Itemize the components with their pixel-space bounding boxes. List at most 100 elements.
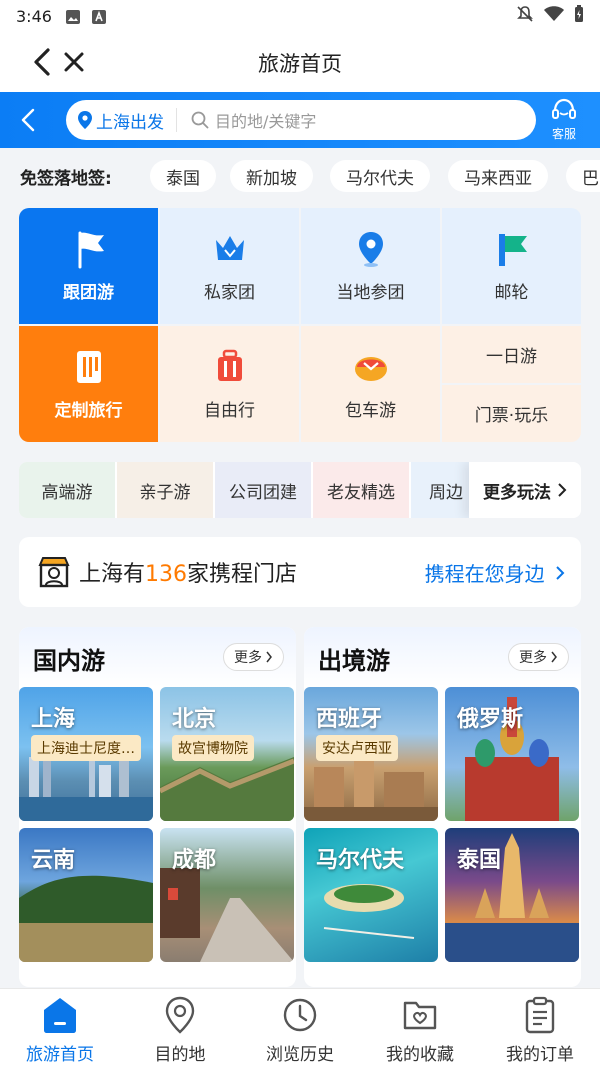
image-notification-icon	[65, 9, 80, 24]
home-icon	[40, 995, 80, 1034]
search-box: 上海出发 目的地/关键字	[66, 100, 536, 140]
visa-chip[interactable]: 巴	[566, 160, 600, 192]
chevron-left-icon	[21, 108, 35, 132]
nav-destination[interactable]: 目的地	[120, 995, 240, 1065]
departure-city-label: 上海出发	[96, 112, 164, 133]
category-day-tour[interactable]: 一日游	[442, 326, 581, 383]
store-icon	[37, 555, 71, 589]
nav-label: 我的收藏	[386, 1045, 454, 1065]
category-cruise[interactable]: 邮轮	[442, 208, 581, 324]
category-label: 邮轮	[494, 282, 529, 303]
category-label: 自由行	[204, 400, 255, 421]
destination-name: 北京	[172, 707, 217, 732]
nav-label: 旅游首页	[26, 1045, 94, 1065]
destination-name: 西班牙	[316, 707, 383, 732]
category-group-tour[interactable]: 跟团游	[19, 208, 158, 324]
destination-tile-russia[interactable]: 俄罗斯	[445, 687, 579, 821]
more-themes-button[interactable]: 更多玩法	[469, 462, 581, 518]
customer-service-button[interactable]: 客服	[542, 96, 586, 144]
nav-label: 浏览历史	[266, 1045, 334, 1065]
category-label: 门票·玩乐	[474, 406, 549, 426]
favorite-folder-icon	[400, 995, 440, 1034]
chevron-right-icon	[266, 651, 272, 663]
flag-icon	[70, 230, 108, 268]
visa-free-row: 免签落地签: 泰国 新加坡 马尔代夫 马来西亚 巴	[0, 148, 600, 204]
destination-name: 泰国	[457, 848, 502, 873]
visa-chip[interactable]: 马尔代夫	[330, 160, 430, 192]
nav-history[interactable]: 浏览历史	[240, 995, 360, 1065]
location-pin-icon	[160, 995, 200, 1034]
theme-tag[interactable]: 亲子游	[117, 462, 213, 518]
destination-tile-spain[interactable]: 西班牙 安达卢西亚	[304, 687, 438, 821]
category-tickets[interactable]: 门票·玩乐	[442, 385, 581, 442]
category-local-tour[interactable]: 当地参团	[301, 208, 440, 324]
destination-name: 上海	[31, 707, 76, 732]
destination-tile-chengdu[interactable]: 成都	[160, 828, 294, 962]
nav-orders[interactable]: 我的订单	[480, 995, 600, 1065]
car-icon	[352, 348, 390, 386]
search-placeholder: 目的地/关键字	[215, 112, 317, 131]
category-label: 私家团	[204, 282, 255, 303]
store-count: 136	[145, 562, 188, 587]
chevron-right-icon	[551, 651, 557, 663]
category-custom-trip[interactable]: 定制旅行	[19, 326, 158, 442]
crown-icon	[211, 230, 249, 268]
customer-service-label: 客服	[551, 127, 576, 141]
search-icon	[191, 111, 209, 129]
category-label: 定制旅行	[54, 400, 123, 421]
mute-icon	[516, 5, 534, 27]
theme-tags-row: 高端游 亲子游 公司团建 老友精选 周边 更多玩法	[19, 462, 581, 518]
destination-badge: 安达卢西亚	[316, 735, 398, 761]
store-link-label: 携程在您身边	[424, 561, 545, 586]
visa-chip[interactable]: 泰国	[150, 160, 216, 192]
store-card[interactable]: 上海有136家携程门店 携程在您身边	[19, 537, 581, 607]
suitcase-icon	[211, 348, 249, 386]
destination-tile-shanghai[interactable]: 上海 上海迪士尼度…	[19, 687, 153, 821]
departure-city-selector[interactable]: 上海出发	[66, 108, 177, 133]
chevron-right-icon	[556, 565, 565, 580]
category-grid: 跟团游 私家团 当地参团 邮轮 定制旅行 自由行 包车游 一日游 门票·玩乐	[19, 208, 581, 442]
location-pin-icon	[78, 111, 92, 129]
visa-chip[interactable]: 马来西亚	[448, 160, 548, 192]
headset-icon	[552, 98, 576, 119]
destination-tile-thailand[interactable]: 泰国	[445, 828, 579, 962]
app-notification-icon	[91, 9, 106, 24]
nav-home[interactable]: 旅游首页	[0, 995, 120, 1065]
cruise-flag-icon	[493, 230, 531, 268]
search-header: 上海出发 目的地/关键字 客服	[0, 92, 600, 148]
destination-name: 云南	[31, 848, 76, 873]
passport-icon	[70, 348, 108, 386]
nav-favorites[interactable]: 我的收藏	[360, 995, 480, 1065]
destination-tile-yunnan[interactable]: 云南	[19, 828, 153, 962]
outbound-travel-card: 出境游 更多 西班牙 安达卢西亚 俄罗斯 马尔代夫 泰国	[304, 627, 581, 987]
destination-tile-maldives[interactable]: 马尔代夫	[304, 828, 438, 962]
outbound-more-button[interactable]: 更多	[508, 643, 569, 671]
destination-name: 俄罗斯	[457, 707, 524, 732]
nav-label: 目的地	[154, 1045, 206, 1065]
category-private-tour[interactable]: 私家团	[160, 208, 299, 324]
category-label: 一日游	[486, 347, 537, 367]
category-label: 当地参团	[336, 282, 405, 303]
domestic-title: 国内游	[33, 647, 105, 675]
category-independent[interactable]: 自由行	[160, 326, 299, 442]
destination-badge: 上海迪士尼度…	[31, 735, 141, 761]
category-label: 包车游	[345, 400, 396, 421]
clipboard-icon	[520, 995, 560, 1034]
search-input[interactable]: 目的地/关键字	[177, 108, 316, 132]
category-charter-car[interactable]: 包车游	[301, 326, 440, 442]
destination-tile-beijing[interactable]: 北京 故宫博物院	[160, 687, 294, 821]
theme-tag[interactable]: 高端游	[19, 462, 115, 518]
chevron-right-icon	[558, 483, 567, 497]
theme-tag[interactable]: 老友精选	[313, 462, 409, 518]
visa-chip[interactable]: 新加坡	[230, 160, 313, 192]
domestic-more-button[interactable]: 更多	[223, 643, 284, 671]
outbound-title: 出境游	[318, 647, 390, 675]
location-pin-icon	[352, 230, 390, 268]
theme-tag[interactable]: 公司团建	[215, 462, 311, 518]
title-bar: 旅游首页	[0, 32, 600, 92]
store-prefix: 上海有	[79, 562, 146, 587]
store-nearby-link[interactable]: 携程在您身边	[425, 558, 565, 587]
bottom-navigation: 旅游首页 目的地 浏览历史 我的收藏 我的订单	[0, 988, 600, 1066]
search-back-button[interactable]	[12, 104, 44, 136]
store-count-text: 上海有136家携程门店	[79, 556, 297, 588]
